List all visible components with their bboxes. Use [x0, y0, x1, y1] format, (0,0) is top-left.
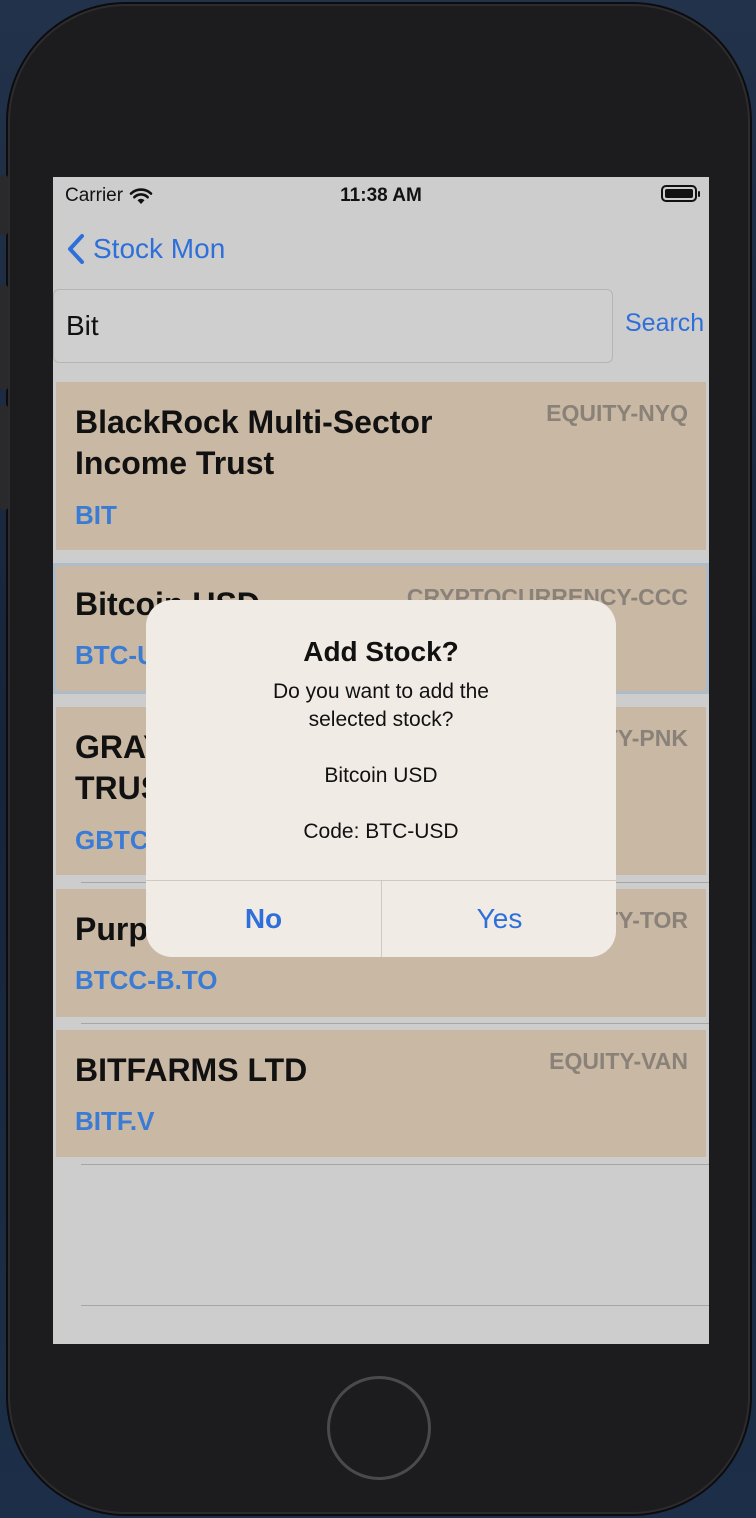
result-name: BITFARMS LTD — [75, 1052, 308, 1088]
screen: Carrier 11:38 AM Stock Mon Bit Search Bl… — [53, 177, 709, 1344]
row-separator — [81, 1164, 709, 1165]
row-separator — [81, 1305, 709, 1306]
back-button-label: Stock Mon — [93, 233, 226, 264]
status-time: 11:38 AM — [340, 185, 422, 206]
result-code: BITF.V — [75, 1106, 155, 1136]
search-button[interactable]: Search — [625, 309, 704, 338]
navigation-bar: Stock Mon — [53, 217, 709, 285]
alert-stock-name: Bitcoin USD — [324, 764, 438, 787]
back-button[interactable]: Stock Mon — [67, 233, 225, 265]
mute-switch — [0, 175, 8, 235]
add-stock-alert: Add Stock? Do you want to add the select… — [146, 600, 616, 957]
chevron-left-icon — [68, 234, 84, 264]
battery-icon — [661, 185, 700, 202]
row-separator — [81, 1023, 709, 1024]
result-name: BlackRock Multi-Sector Income Trust — [75, 404, 433, 481]
result-code: GBTC — [75, 825, 149, 855]
status-bar: Carrier 11:38 AM — [53, 177, 709, 213]
no-button[interactable]: No — [146, 881, 381, 957]
volume-up-button — [0, 285, 8, 390]
result-code: BIT — [75, 500, 117, 530]
alert-stock-code: Code: BTC-USD — [303, 820, 459, 843]
volume-down-button — [0, 405, 8, 510]
result-type: EQUITY-VAN — [549, 1048, 688, 1074]
home-button[interactable] — [327, 1376, 431, 1480]
result-row[interactable]: BITFARMS LTD BITF.V EQUITY-VAN — [56, 1030, 706, 1157]
alert-message: selected stock? — [308, 708, 454, 731]
alert-message: Do you want to add the — [273, 680, 489, 703]
alert-title: Add Stock? — [303, 636, 459, 667]
result-type: EQUITY-NYQ — [546, 400, 688, 426]
search-bar: Bit Search — [53, 289, 709, 367]
result-row[interactable]: BlackRock Multi-Sector Income Trust BIT E… — [56, 382, 706, 550]
result-code: BTCC-B.TO — [75, 965, 218, 995]
search-input[interactable]: Bit — [53, 289, 613, 363]
yes-button[interactable]: Yes — [382, 881, 616, 957]
